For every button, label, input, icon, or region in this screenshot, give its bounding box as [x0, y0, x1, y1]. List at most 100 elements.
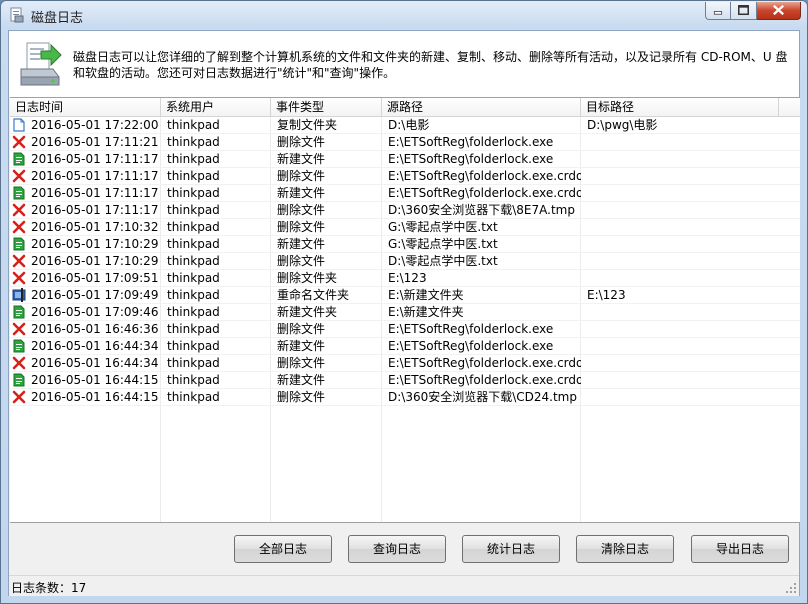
col-source-cell: E:\123: [388, 271, 427, 285]
header-col-target[interactable]: 目标路径: [581, 98, 779, 117]
table-row[interactable]: 2016-05-01 16:44:34 thinkpad 删除文件 E:\ETSoft…: [10, 355, 800, 372]
col-event-cell: 新建文件: [277, 373, 326, 387]
minimize-button[interactable]: [705, 2, 731, 20]
col-target-cell: D:\pwg\电影: [587, 118, 658, 132]
col-time-cell: 2016-05-01 17:10:29: [10, 236, 161, 253]
col-user-cell: thinkpad: [167, 203, 220, 217]
table-row[interactable]: 2016-05-01 16:46:36 thinkpad 删除文件 E:\ETSoft…: [10, 321, 800, 338]
list-header: 日志时间 系统用户 事件类型 源路径 目标路径: [10, 98, 800, 117]
col-time-cell: 2016-05-01 17:10:32: [10, 219, 161, 236]
table-row[interactable]: 2016-05-01 17:11:17 thinkpad 新建文件 E:\ETSoft…: [10, 185, 800, 202]
col-time-cell: 2016-05-01 17:11:21: [10, 134, 161, 151]
table-row[interactable]: 2016-05-01 17:11:17 thinkpad 删除文件 D:\360安全浏…: [10, 202, 800, 219]
delete-icon: [12, 322, 26, 336]
new-icon: [12, 373, 26, 387]
title-bar[interactable]: 磁盘日志: [1, 1, 807, 29]
delete-icon: [12, 203, 26, 217]
window-title: 磁盘日志: [31, 11, 84, 26]
col-source-cell: E:\ETSoftReg\folderlock.exe: [388, 135, 554, 149]
table-row[interactable]: 2016-05-01 17:09:46 thinkpad 新建文件夹 E:\新建文件夹: [10, 304, 800, 321]
header-description: 磁盘日志可以让您详细的了解到整个计算机系统的文件和文件夹的新建、复制、移动、删除…: [73, 50, 788, 80]
col-target-cell: [581, 219, 779, 236]
header-col-event[interactable]: 事件类型: [271, 98, 382, 117]
col-user-cell: thinkpad: [167, 339, 220, 353]
status-bar: 日志条数：17: [9, 575, 799, 596]
col-event-cell: 删除文件: [277, 322, 326, 336]
col-source-cell: E:\新建文件夹: [388, 305, 464, 319]
delete-icon: [12, 390, 26, 404]
col-target-cell: [581, 202, 779, 219]
log-time-text: 2016-05-01 17:09:49: [31, 288, 159, 302]
table-row[interactable]: 2016-05-01 17:10:29 thinkpad 删除文件 D:\零起点学中医…: [10, 253, 800, 270]
rename-icon: [12, 288, 26, 302]
col-event-cell: 删除文件夹: [277, 271, 338, 285]
col-time-cell: 2016-05-01 17:11:17: [10, 151, 161, 168]
col-source-cell: D:\电影: [388, 118, 430, 132]
col-time-cell: 2016-05-01 16:46:36: [10, 321, 161, 338]
col-user-cell: thinkpad: [167, 237, 220, 251]
disk-log-window: 磁盘日志 磁盘日志可以让您详细的了解到整个计算机系统的文件和文件夹的新建、复制、…: [0, 0, 808, 604]
header-col-user[interactable]: 系统用户: [161, 98, 271, 117]
minimize-icon: [713, 11, 723, 15]
header-col-time[interactable]: 日志时间: [10, 98, 161, 117]
col-user-cell: thinkpad: [167, 356, 220, 370]
caption-buttons: [705, 2, 801, 22]
col-time-cell: 2016-05-01 17:10:29: [10, 253, 161, 270]
table-row[interactable]: 2016-05-01 17:09:51 thinkpad 删除文件夹 E:\123: [10, 270, 800, 287]
action-buttons: 全部日志 查询日志 统计日志 清除日志 导出日志: [9, 531, 799, 567]
header-col-source[interactable]: 源路径: [382, 98, 581, 117]
disk-log-app-icon: [10, 7, 24, 23]
log-time-text: 2016-05-01 17:11:17: [31, 203, 159, 217]
list-body: 2016-05-01 17:22:00 thinkpad 复制文件夹 D:\电影 D:\…: [10, 117, 800, 522]
log-time-text: 2016-05-01 16:44:34: [31, 356, 159, 370]
col-user-cell: thinkpad: [167, 322, 220, 336]
col-event-cell: 新建文件: [277, 339, 326, 353]
log-time-text: 2016-05-01 17:10:29: [31, 254, 159, 268]
col-source-cell: D:\360安全浏览器下载\8E7A.tmp: [388, 203, 575, 217]
query-logs-button[interactable]: 查询日志: [348, 535, 446, 563]
maximize-button[interactable]: [731, 2, 757, 20]
export-logs-button[interactable]: 导出日志: [691, 535, 789, 563]
table-row[interactable]: 2016-05-01 16:44:15 thinkpad 删除文件 D:\360安全浏…: [10, 389, 800, 406]
col-user-cell: thinkpad: [167, 254, 220, 268]
col-user-cell: thinkpad: [167, 186, 220, 200]
col-event-cell: 删除文件: [277, 169, 326, 183]
log-time-text: 2016-05-01 16:46:36: [31, 322, 159, 336]
resize-grip-icon[interactable]: [785, 582, 797, 594]
log-time-text: 2016-05-01 17:11:17: [31, 169, 159, 183]
all-logs-button[interactable]: 全部日志: [234, 535, 332, 563]
col-event-cell: 新建文件: [277, 186, 326, 200]
clear-logs-button[interactable]: 清除日志: [576, 535, 674, 563]
table-row[interactable]: 2016-05-01 17:09:49 thinkpad 重命名文件夹 E:\新建文件…: [10, 287, 800, 304]
copy-icon: [12, 118, 26, 132]
col-time-cell: 2016-05-01 17:09:46: [10, 304, 161, 321]
col-source-cell: G:\零起点学中医.txt: [388, 237, 498, 251]
table-row[interactable]: 2016-05-01 17:11:21 thinkpad 删除文件 E:\ETSoft…: [10, 134, 800, 151]
col-user-cell: thinkpad: [167, 118, 220, 132]
col-source-cell: E:\ETSoftReg\folderlock.exe: [388, 152, 554, 166]
table-row[interactable]: 2016-05-01 16:44:34 thinkpad 新建文件 E:\ETSoft…: [10, 338, 800, 355]
col-source-cell: E:\ETSoftReg\folderlock.exe.crdo...: [388, 373, 581, 387]
table-row[interactable]: 2016-05-01 16:44:15 thinkpad 新建文件 E:\ETSoft…: [10, 372, 800, 389]
close-button[interactable]: [757, 2, 801, 20]
new-icon: [12, 339, 26, 353]
col-time-cell: 2016-05-01 17:09:49: [10, 287, 161, 304]
stats-logs-button[interactable]: 统计日志: [462, 535, 560, 563]
col-user-cell: thinkpad: [167, 305, 220, 319]
table-row[interactable]: 2016-05-01 17:22:00 thinkpad 复制文件夹 D:\电影 D:\…: [10, 117, 800, 134]
log-time-text: 2016-05-01 17:11:17: [31, 152, 159, 166]
new-icon: [12, 305, 26, 319]
col-user-cell: thinkpad: [167, 220, 220, 234]
table-row[interactable]: 2016-05-01 17:10:29 thinkpad 新建文件 G:\零起点学中医…: [10, 236, 800, 253]
col-target-cell: [581, 270, 779, 287]
log-time-text: 2016-05-01 16:44:34: [31, 339, 159, 353]
table-row[interactable]: 2016-05-01 17:11:17 thinkpad 删除文件 E:\ETSoft…: [10, 168, 800, 185]
header-panel: 磁盘日志可以让您详细的了解到整个计算机系统的文件和文件夹的新建、复制、移动、删除…: [9, 31, 799, 97]
log-time-text: 2016-05-01 16:44:15: [31, 390, 159, 404]
col-time-cell: 2016-05-01 16:44:34: [10, 338, 161, 355]
table-row[interactable]: 2016-05-01 17:10:32 thinkpad 删除文件 G:\零起点学中医…: [10, 219, 800, 236]
col-target-cell: [581, 236, 779, 253]
log-list[interactable]: 日志时间 系统用户 事件类型 源路径 目标路径 2016-05-01 17:22:00 t…: [10, 97, 800, 523]
table-row[interactable]: 2016-05-01 17:11:17 thinkpad 新建文件 E:\ETSoft…: [10, 151, 800, 168]
col-source-cell: E:\新建文件夹: [388, 288, 464, 302]
